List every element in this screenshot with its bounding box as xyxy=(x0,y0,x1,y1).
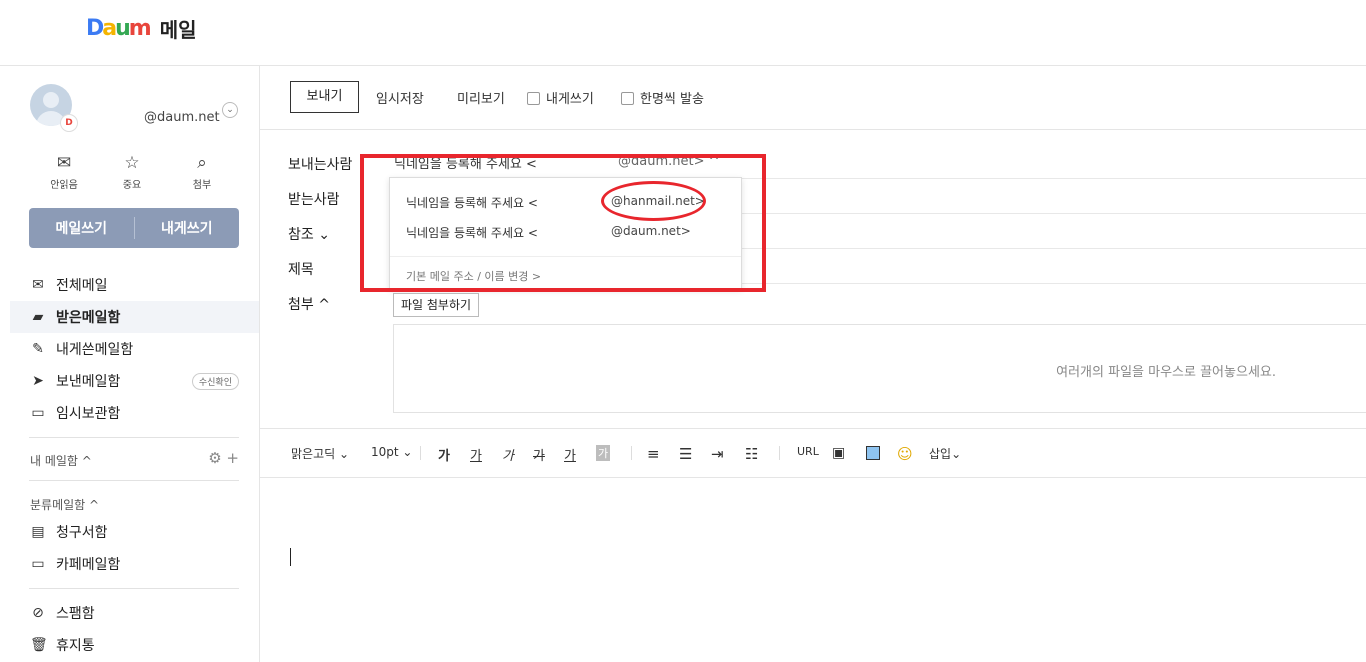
paperclip-icon: ⌕ xyxy=(197,153,207,173)
account-email: @daum.net xyxy=(144,110,220,125)
send-individually-checkbox[interactable]: 한명씩 발송 xyxy=(621,88,704,107)
quick-unread[interactable]: ✉ 안읽음 xyxy=(34,152,94,191)
subject-label: 제목 xyxy=(288,262,314,278)
nav-cafe[interactable]: ▭ 카페메일함 xyxy=(10,548,259,580)
from-label: 보내는사람 xyxy=(288,157,353,173)
read-receipt-button[interactable]: 수신확인 xyxy=(191,372,239,390)
save-draft-button[interactable]: 임시저장 xyxy=(376,88,424,107)
attach-file-button[interactable]: 파일 첨부하기 xyxy=(393,293,480,317)
folder-icon: ▭ xyxy=(31,556,45,572)
checkbox-icon[interactable] xyxy=(527,92,540,105)
write-to-self-button[interactable]: 내게쓰기 xyxy=(135,218,240,238)
app-title: 메일 xyxy=(159,18,197,42)
star-icon: ☆ xyxy=(124,153,140,173)
editor-caret xyxy=(290,548,291,566)
nav-drafts[interactable]: ▭ 임시보관함 xyxy=(10,397,259,429)
plus-icon[interactable]: + xyxy=(226,449,239,467)
envelope-icon: ✉ xyxy=(32,277,44,293)
trash-icon: 🗑 xyxy=(30,637,48,653)
nav-spam[interactable]: ⊘ 스팸함 xyxy=(10,597,259,629)
quick-important[interactable]: ☆ 중요 xyxy=(102,152,162,191)
compose-button[interactable]: 메일쓰기 xyxy=(29,218,134,238)
nav-sent[interactable]: ➤ 보낸메일함 수신확인 xyxy=(10,365,259,397)
font-size-select[interactable]: 10pt ⌄ xyxy=(371,445,412,459)
font-color-button[interactable]: 가 xyxy=(564,445,576,464)
file-drop-zone[interactable]: 여러개의 파일을 마우스로 끌어놓으세요. xyxy=(393,324,1366,413)
numbered-list-icon[interactable]: ☰ xyxy=(679,445,692,463)
table-color-icon[interactable] xyxy=(866,446,880,460)
cc-label[interactable]: 참조 ⌄ xyxy=(288,224,330,244)
nav-self-sent[interactable]: ✎ 내게쓴메일함 xyxy=(10,333,259,365)
nav-trash[interactable]: 🗑 휴지통 xyxy=(10,629,259,661)
my-folders-tools: ⚙ + xyxy=(208,449,239,467)
editor-toolbar: 맑은고딕 ⌄ 10pt ⌄ 가 가 가 가 가 가 ≡ ☰ ⇥ ☷ URL ▣ … xyxy=(260,428,1366,478)
nav-bills[interactable]: ▤ 청구서함 xyxy=(10,516,259,548)
send-icon: ➤ xyxy=(32,373,44,389)
insert-link-button[interactable]: URL xyxy=(797,445,819,458)
align-icon[interactable]: ≡ xyxy=(647,445,660,463)
receipt-icon: ▤ xyxy=(31,524,45,540)
insert-menu[interactable]: 삽입⌄ xyxy=(929,445,961,462)
line-spacing-icon[interactable]: ☷ xyxy=(745,445,758,463)
quick-attachment[interactable]: ⌕ 첨부 xyxy=(172,152,232,191)
daum-logo-icon: Daum xyxy=(86,16,152,41)
write-self-checkbox[interactable]: 내게쓰기 xyxy=(527,88,594,107)
header: Daum 메일 xyxy=(0,0,1366,66)
chevron-down-icon[interactable]: ⌄ xyxy=(318,227,330,243)
preview-button[interactable]: 미리보기 xyxy=(457,88,505,107)
nav-inbox[interactable]: ▰ 받은메일함 xyxy=(10,301,259,333)
background-color-button[interactable]: 가 xyxy=(596,445,611,461)
drop-hint: 여러개의 파일을 마우스로 끌어놓으세요. xyxy=(1056,365,1276,380)
send-button[interactable]: 보내기 xyxy=(290,81,359,113)
folder-icon: ▭ xyxy=(31,405,45,421)
bold-button[interactable]: 가 xyxy=(438,445,450,464)
gear-icon[interactable]: ⚙ xyxy=(208,449,221,467)
underline-button[interactable]: 가 xyxy=(470,445,482,464)
strikethrough-button[interactable]: 가 xyxy=(533,445,545,464)
checkbox-icon[interactable] xyxy=(621,92,634,105)
inbox-icon: ▰ xyxy=(32,309,44,325)
edit-note-icon: ✎ xyxy=(32,341,44,357)
sidebar: D @daum.net ⌄ ✉ 안읽음 ☆ 중요 ⌕ 첨부 메일쓰기 내게쓰기 … xyxy=(10,66,260,662)
attach-label[interactable]: 첨부 ^ xyxy=(288,294,330,314)
write-buttons: 메일쓰기 내게쓰기 xyxy=(29,208,239,248)
envelope-icon: ✉ xyxy=(56,153,72,173)
image-icon[interactable]: ▣ xyxy=(832,445,845,461)
daum-mail-logo[interactable]: Daum 메일 xyxy=(86,14,197,43)
my-folders-title[interactable]: 내 메일함 ^ xyxy=(30,452,92,469)
font-family-select[interactable]: 맑은고딕 ⌄ xyxy=(291,445,349,462)
daum-badge-icon: D xyxy=(60,114,78,132)
account-chevron-down-icon[interactable]: ⌄ xyxy=(222,102,238,118)
block-icon: ⊘ xyxy=(32,605,44,621)
highlight-rectangle xyxy=(360,154,766,292)
nav-all-mail[interactable]: ✉ 전체메일 xyxy=(10,269,259,301)
indent-icon[interactable]: ⇥ xyxy=(711,445,724,463)
to-label: 받는사람 xyxy=(288,192,340,208)
chevron-up-icon[interactable]: ^ xyxy=(318,297,330,313)
italic-button[interactable]: 가 xyxy=(502,445,514,464)
categories-title[interactable]: 분류메일함 ^ xyxy=(30,496,99,513)
compose-toolbar: 보내기 임시저장 미리보기 내게쓰기 한명씩 발송 xyxy=(260,66,1366,130)
emoji-icon[interactable]: ☺ xyxy=(897,445,913,463)
